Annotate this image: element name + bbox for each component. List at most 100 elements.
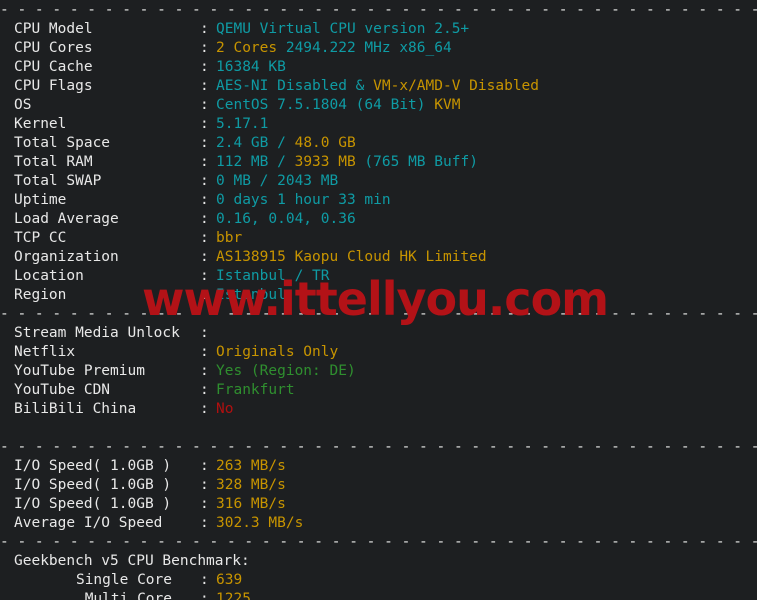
geekbench-row: Multi Core:1225 — [0, 590, 757, 600]
stream-row: Netflix: Originals Only — [0, 343, 757, 362]
row-label: Multi Core — [84, 591, 172, 600]
row-label: Total SWAP — [14, 173, 102, 189]
system-row: Organization: AS138915 Kaopu Cloud HK Lim… — [0, 248, 757, 267]
row-label: I/O Speed( 1.0GB ) — [14, 458, 172, 474]
row-value: 0 days 1 hour 33 min — [216, 192, 391, 208]
row-label: CPU Cache — [14, 59, 93, 75]
system-row: CPU Cores:2 Cores 2494.222 MHz x86_64 — [0, 39, 757, 58]
row-colon: : — [200, 344, 209, 360]
row-label: YouTube CDN — [14, 382, 111, 398]
row-value: 328 MB/s — [216, 477, 286, 493]
row-value: bbr — [216, 230, 243, 246]
row-value: 316 MB/s — [216, 496, 286, 512]
row-value: Istanbul / TR — [216, 268, 330, 284]
row-value: / — [268, 135, 295, 151]
system-row: TCP CC: bbr — [0, 229, 757, 248]
row-colon: : — [200, 591, 209, 600]
system-row: OS: CentOS 7.5.1804 (64 Bit) KVM — [0, 96, 757, 115]
row-value: VM-x/AMD-V Disabled — [373, 78, 540, 94]
system-row: Uptime:0 days 1 hour 33 min — [0, 191, 757, 210]
row-label: Single Core — [75, 572, 172, 588]
row-colon: : — [200, 154, 209, 170]
row-colon: : — [200, 325, 209, 341]
row-label: Stream Media Unlock — [14, 325, 180, 341]
system-row: CPU Model: QEMU Virtual CPU version 2.5+ — [0, 20, 757, 39]
system-row: Total RAM:112 MB / 3933 MB (765 MB Buff) — [0, 153, 757, 172]
row-value: 3933 MB — [294, 154, 356, 170]
geekbench-row: Single Core:639 — [0, 571, 757, 590]
separator-io-geekbench: - - - - - - - - - - - - - - - - - - - - … — [0, 534, 757, 550]
row-value: QEMU Virtual CPU version 2.5+ — [216, 21, 470, 37]
row-value: Frankfurt — [216, 382, 295, 398]
row-colon: : — [200, 40, 209, 56]
separator-top: - - - - - - - - - - - - - - - - - - - - … — [0, 2, 757, 18]
row-value: 0.16, 0.04, 0.36 — [216, 211, 356, 227]
row-value: 5.17.1 — [216, 116, 269, 132]
row-value: (765 MB Buff) — [355, 154, 478, 170]
row-value: 263 MB/s — [216, 458, 286, 474]
row-value: KVM — [434, 97, 461, 113]
system-row: Kernel:5.17.1 — [0, 115, 757, 134]
separator-stream-io: - - - - - - - - - - - - - - - - - - - - … — [0, 439, 757, 455]
row-colon: : — [200, 458, 209, 474]
row-label: OS — [14, 97, 32, 113]
stream-row: YouTube CDN: Frankfurt — [0, 381, 757, 400]
row-colon: : — [200, 173, 209, 189]
system-row: Total SWAP:0 MB / 2043 MB — [0, 172, 757, 191]
row-value: CentOS 7.5.1804 (64 Bit) — [216, 97, 435, 113]
row-value: AES-NI Disabled — [216, 78, 347, 94]
io-row: Average I/O Speed:302.3 MB/s — [0, 514, 757, 533]
row-colon: : — [200, 515, 209, 531]
row-value: 16384 KB — [216, 59, 286, 75]
row-colon: : — [200, 21, 209, 37]
io-row: I/O Speed( 1.0GB ):263 MB/s — [0, 457, 757, 476]
row-label: I/O Speed( 1.0GB ) — [14, 477, 172, 493]
row-value: Istanbul — [216, 287, 286, 303]
row-label: Average I/O Speed — [14, 515, 163, 531]
row-label: CPU Flags — [14, 78, 93, 94]
row-value: 2 Cores — [216, 40, 278, 56]
row-value: AS138915 Kaopu Cloud HK Limited — [216, 249, 487, 265]
io-row: I/O Speed( 1.0GB ):316 MB/s — [0, 495, 757, 514]
system-row: Region: Istanbul — [0, 286, 757, 305]
row-label: Kernel — [14, 116, 67, 132]
separator-system-stream: - - - - - - - - - - - - - - - - - - - - … — [0, 306, 757, 322]
row-colon: : — [200, 477, 209, 493]
row-value: 0 MB / 2043 MB — [216, 173, 339, 189]
system-row: Total Space:2.4 GB / 48.0 GB — [0, 134, 757, 153]
row-colon: : — [200, 230, 209, 246]
row-colon: : — [200, 135, 209, 151]
row-colon: : — [200, 382, 209, 398]
row-value: No — [216, 401, 234, 417]
stream-row: Stream Media Unlock: — [0, 324, 757, 343]
row-colon: : — [200, 268, 209, 284]
row-colon: : — [200, 59, 209, 75]
row-value: 2494.222 MHz x86_64 — [277, 40, 452, 56]
system-row: Load Average:0.16, 0.04, 0.36 — [0, 210, 757, 229]
row-value: & — [346, 78, 374, 94]
row-label: YouTube Premium — [14, 363, 145, 379]
row-label: Total Space — [14, 135, 111, 151]
row-colon: : — [200, 211, 209, 227]
row-label: Uptime — [14, 192, 67, 208]
row-colon: : — [200, 572, 209, 588]
row-colon: : — [200, 363, 209, 379]
system-row: CPU Flags: AES-NI Disabled & VM-x/AMD-V D… — [0, 77, 757, 96]
row-value: 1225 — [216, 591, 251, 600]
stream-row: YouTube Premium: Yes (Region: DE) — [0, 362, 757, 381]
row-label: BiliBili China — [14, 401, 137, 417]
row-value: / — [268, 154, 295, 170]
row-value: 112 MB — [216, 154, 269, 170]
row-colon: : — [200, 496, 209, 512]
row-value: 302.3 MB/s — [216, 515, 304, 531]
stream-row: BiliBili China: No — [0, 400, 757, 419]
terminal-window: - - - - - - - - - - - - - - - - - - - - … — [0, 0, 757, 600]
row-colon: : — [200, 116, 209, 132]
row-colon: : — [200, 78, 209, 94]
row-label: CPU Model — [14, 21, 93, 37]
row-label: TCP CC — [14, 230, 67, 246]
row-colon: : — [200, 192, 209, 208]
row-label: Region — [14, 287, 67, 303]
row-label: Netflix — [14, 344, 76, 360]
row-label: Load Average — [14, 211, 119, 227]
